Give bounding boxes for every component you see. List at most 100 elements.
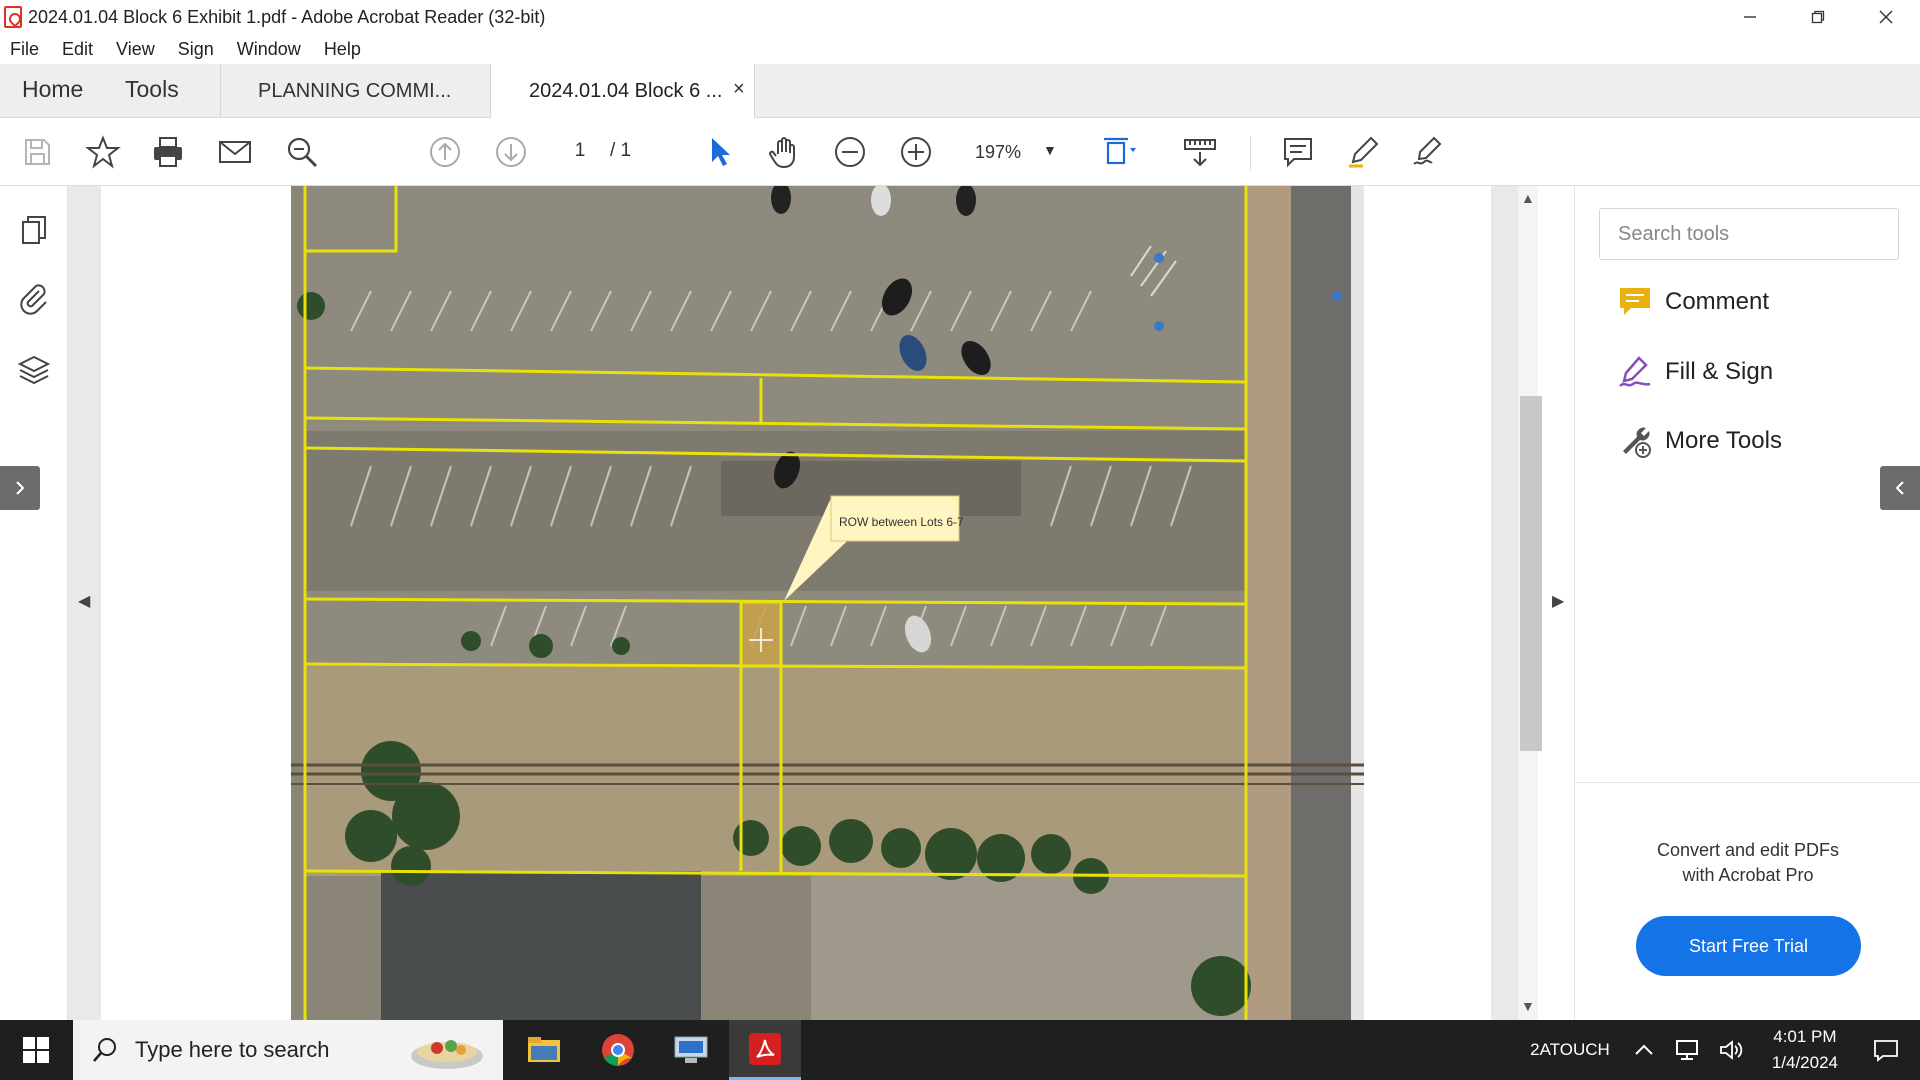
left-navigation-rail [0,186,68,1020]
zoom-in-button[interactable] [896,132,936,172]
folder-icon [528,1037,560,1062]
tool-more-tools[interactable]: More Tools [1615,421,1782,461]
tray-touch-label[interactable]: 2ATOUCH [1530,1040,1610,1060]
tab-planning-commission[interactable]: PLANNING COMMI... [258,80,451,103]
hand-tool-button[interactable] [765,132,805,172]
menu-window[interactable]: Window [237,39,301,60]
taskbar-acrobat-reader[interactable] [729,1020,801,1080]
paperclip-icon [20,284,47,315]
highlight-tool-button[interactable] [1343,132,1383,172]
chrome-icon [602,1034,634,1067]
network-button[interactable] [1674,1036,1702,1064]
tool-comment[interactable]: Comment [1615,282,1769,322]
taskbar-chrome[interactable] [582,1020,654,1080]
window-controls [1716,0,1920,34]
previous-page-arrow-icon[interactable]: ◀ [78,591,90,611]
remote-desktop-icon [674,1036,708,1063]
minimize-icon [1744,16,1756,18]
windows-taskbar: Type here to search 2ATOUCH 4:01 PM 1/4/… [0,1020,1920,1080]
fill-sign-icon [1615,352,1655,392]
scroll-down-icon[interactable]: ▼ [1521,998,1535,1014]
action-center-button[interactable] [1872,1036,1900,1064]
promo-line-2: with Acrobat Pro [1682,865,1814,885]
more-tools-icon [1615,421,1655,461]
chevron-up-icon [1635,1044,1653,1055]
collapse-right-panel-button[interactable] [1880,466,1920,510]
menu-help[interactable]: Help [324,39,361,60]
panel-divider [1575,782,1920,783]
layers-button[interactable] [14,350,54,390]
zoom-dropdown-icon[interactable]: ▼ [1043,142,1057,158]
taskbar-clock[interactable]: 4:01 PM 1/4/2024 [1772,1024,1838,1076]
previous-page-button[interactable] [425,132,465,172]
tool-fill-sign[interactable]: Fill & Sign [1615,352,1773,392]
select-tool-button[interactable] [700,132,740,172]
zoom-level-input[interactable]: 197% [975,142,1021,163]
menu-file[interactable]: File [10,39,39,60]
print-icon [154,137,182,167]
email-button[interactable] [215,132,255,172]
search-highlight-image [411,1040,483,1069]
zoom-out-button[interactable] [830,132,870,172]
tab-tools[interactable]: Tools [125,76,179,103]
minimize-button[interactable] [1716,0,1784,34]
vertical-scrollbar[interactable]: ▲ ▼ [1518,186,1542,1020]
tool-fill-sign-label: Fill & Sign [1665,358,1774,385]
scroll-mode-icon [1184,139,1216,167]
menu-sign[interactable]: Sign [178,39,214,60]
hand-icon [769,137,795,169]
layers-icon [17,355,51,385]
menu-edit[interactable]: Edit [62,39,93,60]
tray-overflow-button[interactable] [1630,1036,1658,1064]
close-tab-icon[interactable]: × [733,78,745,101]
mail-icon [219,141,251,163]
acrobat-pro-promo: Convert and edit PDFs with Acrobat Pro [1575,838,1920,888]
scroll-up-icon[interactable]: ▲ [1521,190,1535,206]
window-title: 2024.01.04 Block 6 Exhibit 1.pdf - Adobe… [28,6,546,27]
taskbar-search-box[interactable]: Type here to search [73,1020,503,1080]
taskbar-file-explorer[interactable] [508,1020,580,1080]
scroll-mode-button[interactable] [1180,132,1220,172]
windows-logo-icon [23,1037,49,1063]
restore-button[interactable] [1784,0,1852,34]
comment-tool-button[interactable] [1278,132,1318,172]
attachments-button[interactable] [14,278,54,318]
taskbar-remote-desktop[interactable] [655,1020,727,1080]
tools-pane: Search tools Comment Fill & Sign More To… [1574,186,1920,1020]
network-icon [1675,1040,1698,1060]
search-tools-input[interactable]: Search tools [1599,208,1899,260]
scrollbar-thumb[interactable] [1520,396,1542,751]
zoom-search-icon [287,137,318,168]
volume-button[interactable] [1718,1036,1746,1064]
restore-icon [1811,10,1825,24]
bookmark-button[interactable] [83,132,123,172]
save-button[interactable] [17,132,57,172]
page-thumbnails-button[interactable] [14,210,54,250]
close-window-button[interactable] [1852,0,1920,34]
sign-tool-button[interactable] [1408,132,1448,172]
expand-left-panel-button[interactable] [0,466,40,510]
promo-line-1: Convert and edit PDFs [1656,840,1840,860]
volume-icon [1719,1040,1742,1060]
start-button[interactable] [0,1020,72,1080]
minus-circle-icon [835,137,865,167]
fit-page-button[interactable] [1100,132,1140,172]
tab-home[interactable]: Home [22,76,83,103]
clock-time: 4:01 PM [1773,1027,1837,1046]
start-free-trial-button[interactable]: Start Free Trial [1636,916,1861,976]
chevron-left-icon [1895,481,1904,495]
tab-active-document-label: 2024.01.04 Block 6 ... [529,80,723,102]
print-button[interactable] [148,132,188,172]
next-page-arrow-icon[interactable]: ▶ [1552,591,1564,611]
next-page-button[interactable] [491,132,531,172]
pages-icon [22,216,46,244]
star-icon [85,135,121,169]
title-bar: 2024.01.04 Block 6 Exhibit 1.pdf - Adobe… [0,0,1920,34]
tab-divider [220,64,221,118]
callout-label: ROW between Lots 6-7 [839,515,964,529]
menu-view[interactable]: View [116,39,155,60]
toolbar-divider [1250,136,1251,170]
find-button[interactable] [282,132,322,172]
tab-active-document[interactable]: 2024.01.04 Block 6 ... × [490,64,755,119]
page-number-input[interactable]: 1 [565,140,595,162]
